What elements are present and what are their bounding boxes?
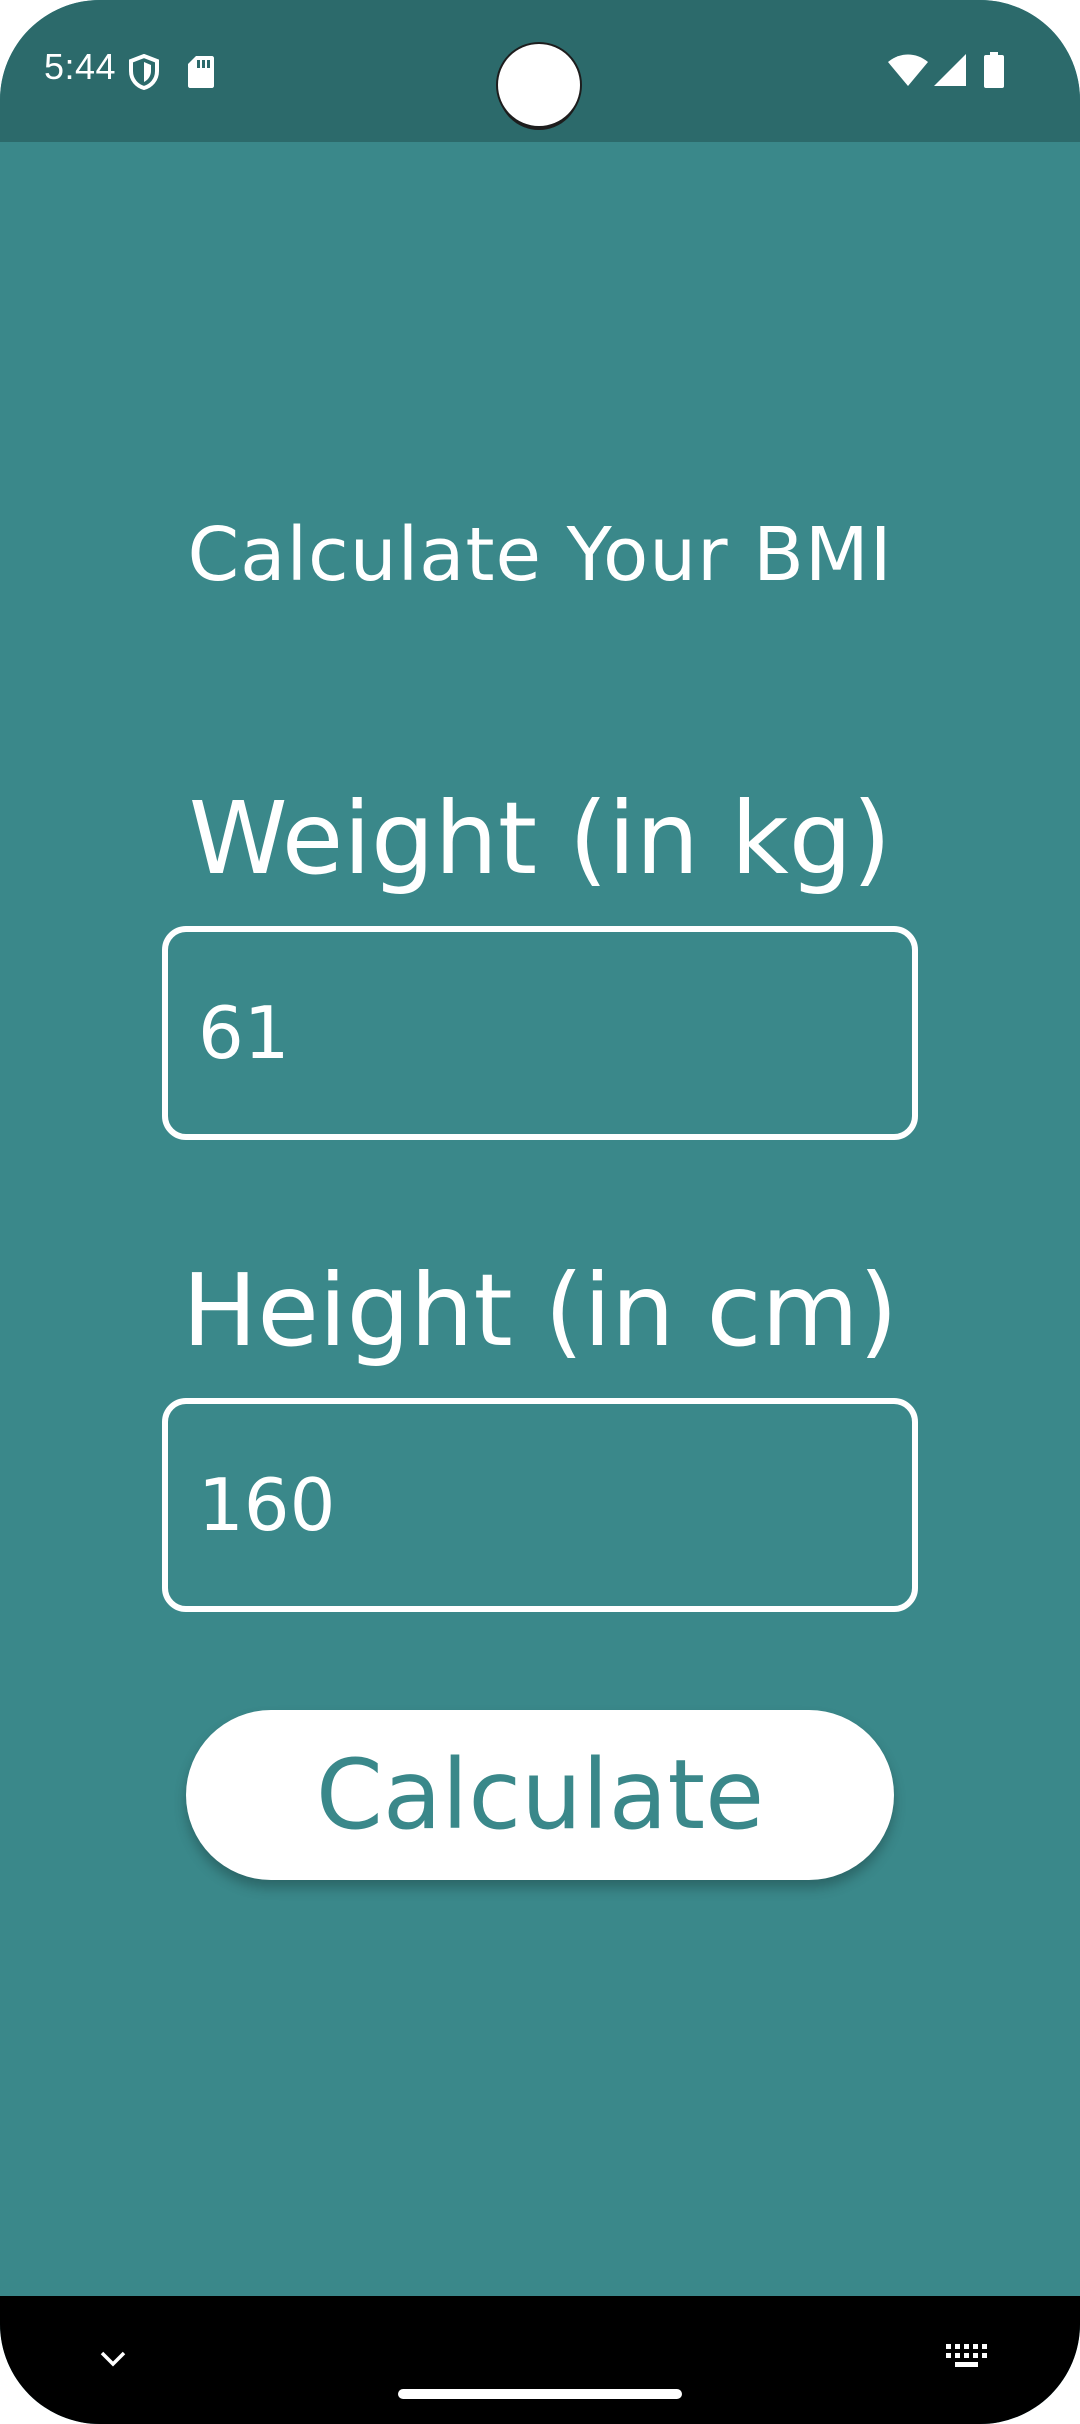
calculate-button[interactable]: Calculate <box>186 1710 894 1880</box>
battery-icon <box>984 52 1004 92</box>
wifi-icon <box>888 54 928 90</box>
navigation-bar <box>0 2296 1080 2424</box>
status-bar: 5:44 <box>0 0 1080 142</box>
weight-input[interactable] <box>162 926 918 1140</box>
weight-label: Weight (in kg) <box>188 780 892 897</box>
status-time: 5:44 <box>44 46 117 87</box>
height-label: Height (in cm) <box>182 1252 898 1369</box>
shield-icon <box>128 53 160 94</box>
page-title: Calculate Your BMI <box>187 512 893 598</box>
front-camera <box>498 44 580 126</box>
signal-icon <box>934 54 966 90</box>
keyboard-icon[interactable] <box>946 2344 988 2378</box>
app-screen: 5:44 Calculate Your BMI Weight (in kg) 6… <box>0 0 1080 2424</box>
chevron-down-icon[interactable] <box>98 2344 128 2378</box>
sd-card-icon <box>188 56 214 92</box>
home-handle[interactable] <box>398 2389 682 2399</box>
height-input[interactable] <box>162 1398 918 1612</box>
